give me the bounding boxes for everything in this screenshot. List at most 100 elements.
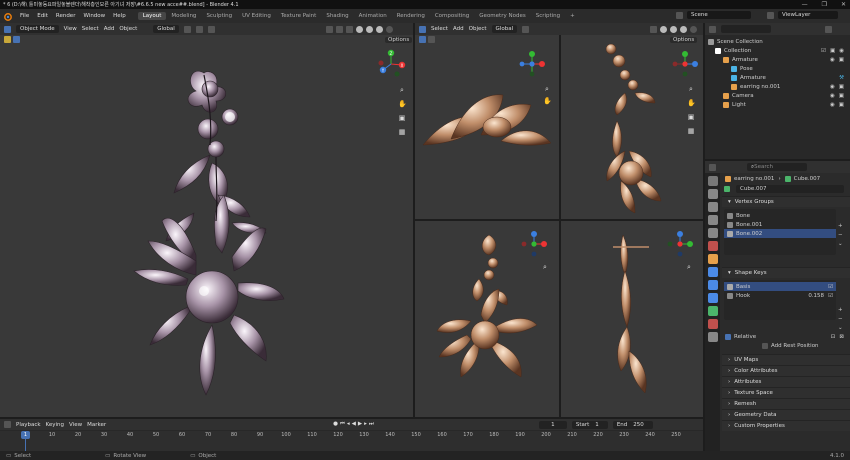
- menu-add[interactable]: Add: [104, 26, 115, 32]
- visibility-icon[interactable]: [326, 25, 333, 33]
- jump-end-icon[interactable]: ⏭: [369, 421, 374, 428]
- add-rest-checkbox[interactable]: [762, 342, 768, 349]
- prev-key-icon[interactable]: ◂: [347, 421, 350, 428]
- menu-file[interactable]: File: [16, 13, 33, 19]
- navigation-gizmo-bottom-left[interactable]: [519, 229, 549, 259]
- ortho-grid-icon[interactable]: ▦: [687, 127, 695, 135]
- timeline-ruler[interactable]: 0102030405060708090100110120130140150160…: [0, 431, 703, 451]
- menu-help[interactable]: Help: [109, 13, 130, 19]
- view-layer-selector[interactable]: ViewLayer: [767, 11, 838, 19]
- menu-select[interactable]: Select: [82, 26, 99, 32]
- scene-tab-icon[interactable]: [707, 228, 718, 238]
- menu-window[interactable]: Window: [79, 13, 109, 19]
- menu-chevron-icon[interactable]: ⌄: [838, 325, 843, 331]
- play-reverse-icon[interactable]: ◀: [352, 421, 356, 428]
- menu-select[interactable]: Select: [431, 26, 448, 32]
- camera-icon[interactable]: ▣: [839, 102, 844, 108]
- vertex-groups-panel-header[interactable]: ▾ Vertex Groups: [722, 196, 850, 207]
- zoom-icon[interactable]: ⌕: [543, 85, 551, 93]
- zoom-icon[interactable]: ⌕: [398, 86, 406, 94]
- menu-add[interactable]: Add: [453, 26, 464, 32]
- remove-icon[interactable]: −: [838, 316, 843, 322]
- editor-type-icon[interactable]: [4, 25, 11, 33]
- output-tab-icon[interactable]: [707, 202, 718, 212]
- physics-tab-icon[interactable]: [707, 293, 718, 303]
- select-mode-icon[interactable]: [428, 36, 435, 43]
- zoom-icon[interactable]: ⌕: [687, 85, 695, 93]
- menu-edit[interactable]: Edit: [33, 13, 52, 19]
- blender-logo-icon[interactable]: [3, 12, 13, 21]
- add-icon[interactable]: +: [838, 223, 843, 229]
- scene-name[interactable]: Scene: [687, 11, 751, 19]
- camera-icon[interactable]: ▣: [839, 57, 844, 63]
- camera-icon[interactable]: ▣: [839, 93, 844, 99]
- world-tab-icon[interactable]: [707, 241, 718, 251]
- shading-solid-icon[interactable]: [670, 25, 677, 33]
- shape-key-item[interactable]: Hook 0.158 ☑: [724, 291, 836, 300]
- snap-icon[interactable]: [195, 25, 203, 33]
- menu-playback[interactable]: Playback: [16, 422, 41, 428]
- camera-view-icon[interactable]: ▣: [398, 114, 406, 122]
- tool-tab-icon[interactable]: [707, 176, 718, 186]
- navigation-gizmo[interactable]: X Z Y: [375, 49, 407, 79]
- relative-checkbox[interactable]: [725, 333, 731, 340]
- eye-icon[interactable]: ◉: [830, 102, 835, 108]
- outliner-row[interactable]: Pose: [705, 64, 850, 73]
- pan-hand-icon[interactable]: ✋: [543, 97, 552, 105]
- eye-icon[interactable]: ◉: [830, 57, 835, 63]
- particles-tab-icon[interactable]: [707, 280, 718, 290]
- select-tool-icon[interactable]: [4, 36, 11, 43]
- options-button[interactable]: Options: [385, 37, 413, 43]
- current-frame-field[interactable]: 1: [538, 420, 567, 429]
- remove-icon[interactable]: −: [838, 232, 843, 238]
- mesh-name-field[interactable]: Cube.007: [736, 185, 844, 193]
- end-frame-field[interactable]: End 250: [612, 420, 653, 429]
- snap-icon[interactable]: [522, 25, 530, 33]
- menu-view[interactable]: View: [64, 26, 77, 32]
- filter-icon[interactable]: [825, 25, 832, 33]
- shape-key-item-selected[interactable]: Basis ☑: [724, 282, 836, 291]
- tab-layout[interactable]: Layout: [137, 12, 167, 20]
- next-key-icon[interactable]: ▸: [364, 421, 367, 428]
- orientation-dropdown[interactable]: Global: [153, 25, 179, 33]
- modifier-tab-icon[interactable]: [707, 267, 718, 277]
- menu-chevron-icon[interactable]: ⌄: [838, 241, 843, 247]
- options-button[interactable]: Options: [670, 37, 698, 43]
- tab-rendering[interactable]: Rendering: [392, 12, 430, 20]
- remesh-panel-header[interactable]: › Remesh: [722, 398, 850, 409]
- tab-shading[interactable]: Shading: [321, 12, 353, 20]
- orientation-dropdown[interactable]: Global: [491, 25, 518, 33]
- outliner-editor-icon[interactable]: [709, 25, 716, 33]
- pin-icon[interactable]: ⊠: [839, 334, 844, 340]
- custom-properties-panel-header[interactable]: › Custom Properties: [722, 420, 850, 431]
- record-icon[interactable]: ●: [333, 421, 338, 428]
- tab-scripting[interactable]: Scripting: [531, 12, 565, 20]
- attributes-panel-header[interactable]: › Attributes: [722, 376, 850, 387]
- eye-icon[interactable]: ◉: [839, 48, 844, 54]
- outliner-search[interactable]: [721, 25, 771, 33]
- ortho-viewport-area[interactable]: Select Add Object Global Options ⌕ ✋ ⌕ ✋…: [415, 23, 703, 417]
- menu-view[interactable]: View: [69, 422, 82, 428]
- uv-maps-panel-header[interactable]: › UV Maps: [722, 354, 850, 365]
- editor-type-icon[interactable]: [419, 25, 426, 33]
- shading-material-icon[interactable]: [680, 25, 687, 33]
- view-layer-tab-icon[interactable]: [707, 215, 718, 225]
- vertex-group-item-selected[interactable]: Bone.002: [724, 229, 836, 238]
- close-icon[interactable]: ✕: [841, 1, 846, 8]
- shape-key-value[interactable]: 0.158: [808, 293, 824, 299]
- pivot-icon[interactable]: [183, 25, 191, 33]
- minimize-icon[interactable]: —: [802, 1, 808, 8]
- lock-icon[interactable]: ⊡: [831, 334, 836, 340]
- checkbox-icon[interactable]: ☑: [828, 293, 833, 299]
- tab-geometry-nodes[interactable]: Geometry Nodes: [474, 12, 530, 20]
- overlay-icon[interactable]: [336, 25, 343, 33]
- tab-uv-editing[interactable]: UV Editing: [237, 12, 276, 20]
- navigation-gizmo-top-right[interactable]: [670, 49, 700, 79]
- texture-tab-icon[interactable]: [707, 332, 718, 342]
- jump-start-icon[interactable]: ⏮: [340, 421, 345, 428]
- menu-object[interactable]: Object: [119, 26, 137, 32]
- outliner-row[interactable]: Camera ◉ ▣: [705, 91, 850, 100]
- playhead-marker[interactable]: 1: [21, 431, 30, 439]
- select-box-icon[interactable]: [419, 36, 426, 43]
- play-icon[interactable]: ▶: [358, 421, 362, 428]
